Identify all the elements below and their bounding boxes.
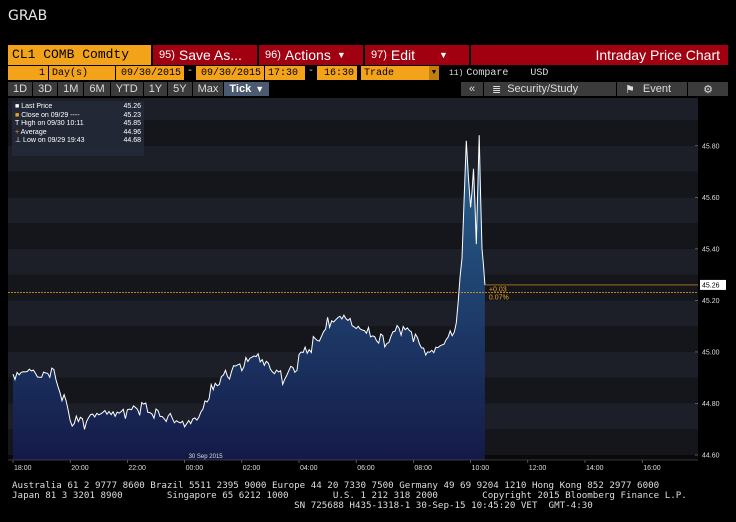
event-button[interactable]: ⚑ Event (617, 82, 687, 96)
x-tick-label: 20:00 (71, 465, 89, 472)
save-as-number: 95) (159, 49, 175, 61)
y-tick-label: 45.20 (702, 298, 720, 305)
range-5y[interactable]: 5Y (168, 82, 192, 96)
grid-band (8, 248, 698, 275)
x-tick-label: 14:00 (586, 465, 604, 472)
y-tick-label: 45.00 (702, 349, 720, 356)
range-1m[interactable]: 1M (58, 82, 84, 96)
chart-function-title: Intraday Price Chart (469, 45, 728, 65)
range-1y[interactable]: 1Y (143, 82, 168, 96)
y-tick-label: 45.80 (702, 143, 720, 150)
x-tick-label: 00:00 (186, 465, 204, 472)
actions-number: 96) (265, 49, 281, 61)
x-tick-label: 06:00 (357, 465, 375, 472)
currency-field[interactable]: USD (526, 66, 552, 80)
security-study-button[interactable]: ≣ Security/Study (484, 82, 616, 96)
change-label: +0.03 (489, 287, 507, 294)
end-time-field[interactable]: 16:30 (317, 66, 357, 80)
end-date-field[interactable]: 09/30/2015 (196, 66, 264, 80)
event-label: Event (642, 83, 672, 95)
range-1d[interactable]: 1D (8, 82, 33, 96)
x-tick-label: 08:00 (414, 465, 432, 472)
y-tick-label: 44.60 (702, 453, 720, 460)
x-tick-label: 22:00 (128, 465, 146, 472)
grid-band (8, 223, 698, 249)
x-tick-label: 16:00 (643, 465, 661, 472)
range-6m[interactable]: 6M (84, 82, 110, 96)
x-tick-label: 10:00 (472, 465, 490, 472)
parameter-bar: 1 Day(s) 09/30/2015 - 09/30/2015 17:30 -… (8, 66, 552, 80)
range-bar: 1D 3D 1M 6M YTD 1Y 5Y Max Tick ▼ « ≣ Sec… (8, 82, 728, 96)
legend-row-last: ■ Last Price 45.26 (15, 103, 141, 110)
edit-number: 97) (371, 49, 387, 61)
y-tick-label: 44.80 (702, 401, 720, 408)
change-pct-label: 0.07% (489, 295, 509, 302)
legend-row-high: T High on 09/30 10:11 45.85 (15, 120, 141, 127)
last-price-tag-text: 45.26 (702, 282, 720, 289)
footer-contacts: Australia 61 2 9777 8600 Brazil 5511 239… (12, 481, 728, 511)
last-price-tag: 45.26 (700, 279, 726, 290)
range-3d[interactable]: 3D (33, 82, 58, 96)
compare-button[interactable]: 11) Compare (445, 66, 512, 80)
chevron-down-icon: ▼ (439, 50, 448, 60)
compare-number: 11) (449, 68, 464, 78)
y-tick-label: 45.60 (702, 195, 720, 202)
x-tick-label: 12:00 (529, 465, 547, 472)
save-as-button[interactable]: 95) Save As... (151, 45, 257, 65)
time-dash: - (305, 66, 317, 80)
footer-line-3: SN 725688 H435-1318-1 30-Sep-15 10:45:20… (12, 500, 593, 511)
range-max[interactable]: Max (192, 82, 224, 96)
save-as-label: Save As... (178, 47, 242, 63)
security-study-label: Security/Study (507, 83, 579, 95)
chart-legend: ■ Last Price 45.26 ■ Close on 09/29 ----… (12, 101, 144, 156)
range-ytd[interactable]: YTD (110, 82, 143, 96)
x-tick-label: 04:00 (300, 465, 318, 472)
x-tick-label: 18:00 (14, 465, 32, 472)
gear-icon[interactable]: ⚙ (688, 82, 728, 96)
legend-row-low: ⊥ Low on 09/29 19:43 44.68 (15, 137, 141, 144)
event-type-select[interactable]: Trade (361, 66, 429, 80)
range-dash: - (184, 66, 196, 80)
grid-band (8, 300, 698, 327)
actions-button[interactable]: 96) Actions ▼ (257, 45, 363, 65)
range-tick[interactable]: Tick ▼ (224, 82, 270, 96)
start-date-field[interactable]: 09/30/2015 (116, 66, 184, 80)
grid-band (8, 197, 698, 224)
period-count-field[interactable]: 1 (8, 66, 48, 80)
start-time-field[interactable]: 17:30 (265, 66, 305, 80)
actions-label: Actions (284, 47, 331, 63)
compare-label: Compare (466, 67, 509, 79)
legend-row-close: ■ Close on 09/29 ---- 45.23 (15, 111, 141, 119)
edit-button[interactable]: 97) Edit ▼ (363, 45, 469, 65)
legend-row-average: + Average 44.96 (15, 128, 141, 136)
y-tick-label: 45.40 (702, 246, 720, 253)
grid-band (8, 171, 698, 198)
ticker-field[interactable]: CL1 COMB Comdty (8, 45, 151, 65)
grid-band (8, 274, 698, 301)
period-unit-field[interactable]: Day(s) (49, 66, 115, 80)
chevron-down-icon: ▼ (255, 84, 265, 94)
chevron-down-icon: ▼ (336, 50, 346, 60)
edit-label: Edit (390, 47, 416, 63)
date-label: 30 Sep 2015 (189, 454, 224, 460)
collapse-button[interactable]: « (461, 82, 483, 96)
window-title: GRAB (8, 8, 48, 24)
x-tick-label: 02:00 (243, 465, 261, 472)
bars-icon: ≣ (492, 83, 502, 96)
chevron-down-icon[interactable]: ▼ (429, 66, 439, 80)
flag-icon: ⚑ (625, 83, 635, 96)
command-bar: CL1 COMB Comdty 95) Save As... 96) Actio… (8, 45, 728, 65)
low-marker-icon: ⊥ (15, 137, 24, 144)
range-tick-label: Tick (229, 83, 252, 95)
